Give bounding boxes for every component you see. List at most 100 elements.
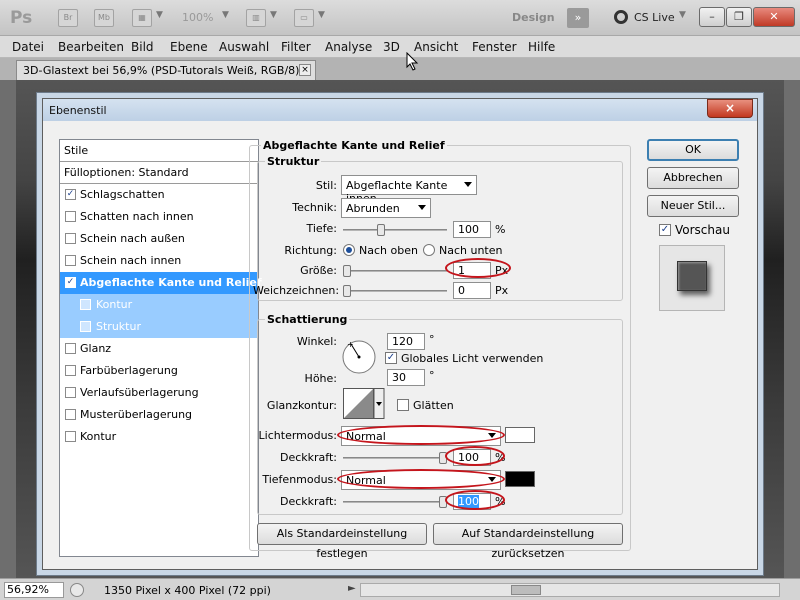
new-style-button[interactable]: Neuer Stil... <box>647 195 739 217</box>
style-label: Schein nach außen <box>80 232 185 245</box>
direction-up-label[interactable]: Nach oben <box>359 244 418 257</box>
mini-bridge-button[interactable]: Mb <box>94 9 114 27</box>
style-color-overlay[interactable]: Farbüberlagerung <box>60 360 258 382</box>
style-checkbox[interactable]: ✓ <box>65 189 76 200</box>
style-checkbox[interactable] <box>80 321 91 332</box>
menu-3d[interactable]: 3D <box>383 40 400 54</box>
bridge-button[interactable]: Br <box>58 9 78 27</box>
style-outer-glow[interactable]: Schein nach außen <box>60 228 258 250</box>
style-bevel-texture[interactable]: Struktur <box>60 316 258 338</box>
antialias-label[interactable]: Glätten <box>413 399 454 412</box>
menu-auswahl[interactable]: Auswahl <box>219 40 269 54</box>
blending-options[interactable]: Fülloptionen: Standard <box>60 162 258 184</box>
menu-ebene[interactable]: Ebene <box>170 40 208 54</box>
style-pattern-overlay[interactable]: Musterüberlagerung <box>60 404 258 426</box>
menu-bearbeiten[interactable]: Bearbeiten <box>58 40 124 54</box>
view-extras-icon[interactable]: ▦ <box>132 9 152 27</box>
zoom-level[interactable]: 100% <box>182 11 213 24</box>
scrollbar-thumb[interactable] <box>511 585 541 595</box>
style-checkbox[interactable]: ✓ <box>65 277 76 288</box>
depth-input[interactable]: 100 <box>453 221 491 238</box>
style-checkbox[interactable] <box>65 233 76 244</box>
close-app-button[interactable]: ✕ <box>753 7 795 27</box>
gloss-contour-picker[interactable] <box>343 388 385 420</box>
style-bevel-contour[interactable]: Kontur <box>60 294 258 316</box>
reset-default-button[interactable]: Auf Standardeinstellung zurücksetzen <box>433 523 623 560</box>
chevron-down-icon[interactable]: ▼ <box>679 10 686 20</box>
global-light-label[interactable]: Globales Licht verwenden <box>401 352 543 365</box>
document-tab[interactable]: 3D-Glastext bei 56,9% (PSD-Tutorals Weiß… <box>16 60 316 80</box>
dialog-titlebar[interactable]: Ebenenstil <box>43 99 757 121</box>
menu-hilfe[interactable]: Hilfe <box>528 40 555 54</box>
workspace-design[interactable]: Design <box>512 11 555 24</box>
depth-slider[interactable] <box>343 224 447 236</box>
arrange-documents-icon[interactable]: ▥ <box>246 9 266 27</box>
direction-up-radio[interactable] <box>343 244 355 256</box>
size-slider[interactable] <box>343 265 447 277</box>
direction-label: Richtung: <box>284 244 337 257</box>
bevel-style-select[interactable]: Abgeflachte Kante innen <box>341 175 477 205</box>
style-gradient-overlay[interactable]: Verlaufsüberlagerung <box>60 382 258 404</box>
styles-header[interactable]: Stile <box>60 140 258 162</box>
direction-down-radio[interactable] <box>423 244 435 256</box>
dialog-close-button[interactable]: × <box>707 99 753 118</box>
menu-ansicht[interactable]: Ansicht <box>414 40 458 54</box>
style-checkbox[interactable] <box>80 299 91 310</box>
close-icon[interactable]: × <box>299 64 311 76</box>
style-checkbox[interactable] <box>65 409 76 420</box>
cancel-button[interactable]: Abbrechen <box>647 167 739 189</box>
status-menu-arrow-icon[interactable]: ► <box>348 583 356 594</box>
horizontal-scrollbar[interactable] <box>360 583 780 597</box>
style-checkbox[interactable] <box>65 255 76 266</box>
highlight-opacity-slider[interactable] <box>343 452 447 464</box>
altitude-input[interactable]: 30 <box>387 369 425 386</box>
minimize-button[interactable]: – <box>699 7 725 27</box>
status-info-icon[interactable] <box>70 583 84 597</box>
angle-dial[interactable]: + <box>341 339 377 375</box>
preview-label[interactable]: Vorschau <box>675 223 730 237</box>
preview-checkbox[interactable]: ✓ <box>659 224 671 236</box>
shadow-color-swatch[interactable] <box>505 471 535 487</box>
style-bevel-emboss[interactable]: ✓ Abgeflachte Kante und Relief <box>60 272 262 294</box>
make-default-button[interactable]: Als Standardeinstellung festlegen <box>257 523 427 560</box>
style-drop-shadow[interactable]: ✓ Schlagschatten <box>60 184 258 206</box>
angle-input[interactable]: 120 <box>387 333 425 350</box>
zoom-field[interactable]: 56,92% <box>4 582 64 598</box>
cs-live-menu[interactable]: CS Live <box>634 11 675 24</box>
style-checkbox[interactable] <box>65 387 76 398</box>
technique-select[interactable]: Abrunden <box>341 198 431 218</box>
style-checkbox[interactable] <box>65 211 76 222</box>
highlight-color-swatch[interactable] <box>505 427 535 443</box>
altitude-unit: ° <box>429 369 435 382</box>
style-checkbox[interactable] <box>65 431 76 442</box>
style-checkbox[interactable] <box>65 365 76 376</box>
soften-slider[interactable] <box>343 285 447 297</box>
screen-mode-icon[interactable]: ▭ <box>294 9 314 27</box>
direction-down-label[interactable]: Nach unten <box>439 244 502 257</box>
workspace-more-button[interactable]: » <box>567 8 589 28</box>
ok-button[interactable]: OK <box>647 139 739 161</box>
style-inner-shadow[interactable]: Schatten nach innen <box>60 206 258 228</box>
menu-datei[interactable]: Datei <box>12 40 44 54</box>
slider-knob[interactable] <box>343 265 351 277</box>
style-inner-glow[interactable]: Schein nach innen <box>60 250 258 272</box>
menu-filter[interactable]: Filter <box>281 40 311 54</box>
soften-input[interactable]: 0 <box>453 282 491 299</box>
chevron-down-icon[interactable]: ▼ <box>318 10 325 20</box>
style-checkbox[interactable] <box>65 343 76 354</box>
shadow-opacity-slider[interactable] <box>343 496 447 508</box>
slider-knob[interactable] <box>377 224 385 236</box>
chevron-down-icon[interactable]: ▼ <box>222 10 229 20</box>
menu-bild[interactable]: Bild <box>131 40 154 54</box>
style-stroke[interactable]: Kontur <box>60 426 258 448</box>
menu-fenster[interactable]: Fenster <box>472 40 517 54</box>
maximize-button[interactable]: ❐ <box>726 7 752 27</box>
annotation-highlight-opacity <box>445 446 505 466</box>
global-light-checkbox[interactable]: ✓ <box>385 352 397 364</box>
style-satin[interactable]: Glanz <box>60 338 258 360</box>
antialias-checkbox[interactable] <box>397 399 409 411</box>
menu-analyse[interactable]: Analyse <box>325 40 372 54</box>
chevron-down-icon[interactable]: ▼ <box>270 10 277 20</box>
chevron-down-icon[interactable]: ▼ <box>156 10 163 20</box>
slider-knob[interactable] <box>343 285 351 297</box>
